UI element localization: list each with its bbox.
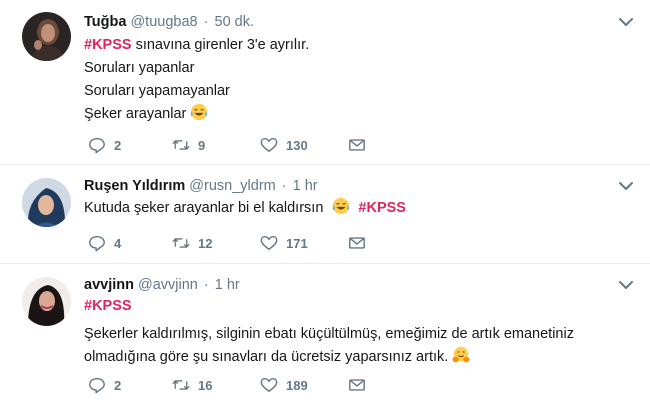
tweet-text: #KPSS Şekerler kaldırılmış, silginin eba… <box>84 295 630 369</box>
tweet-1[interactable]: Tuğba @tuugba8 · 50 dk. #KPSS sınavına g… <box>0 0 650 165</box>
tweet-3[interactable]: avvjinn @avvjinn · 1 hr #KPSS Şekerler k… <box>0 264 650 401</box>
display-name[interactable]: avvjinn <box>84 277 134 293</box>
laughing-crying-emoji-icon <box>191 103 208 121</box>
user-handle[interactable]: @rusn_yldrm <box>189 178 275 194</box>
reply-count: 2 <box>114 137 122 153</box>
like-button[interactable]: 171 <box>260 233 308 253</box>
tweet-header: Tuğba @tuugba8 · 50 dk. <box>84 12 254 32</box>
separator: · <box>203 277 209 293</box>
user-handle[interactable]: @tuugba8 <box>130 14 197 30</box>
heart-icon <box>260 137 278 153</box>
retweet-icon <box>172 380 190 390</box>
retweet-count: 12 <box>198 235 213 251</box>
timestamp[interactable]: 1 hr <box>215 277 240 293</box>
tweet-text: Kutuda şeker arayanlar bi el kaldırsın #… <box>84 197 630 220</box>
tweet-text-line: Soruları yapamayanlar <box>84 83 230 99</box>
avatar[interactable] <box>22 277 71 326</box>
tweet-text-line: olmadığına göre şu sınavları da ücretsiz… <box>84 349 449 365</box>
reply-icon <box>89 235 105 252</box>
display-name[interactable]: Tuğba <box>84 14 126 30</box>
tweet-text-line: Soruları yapanlar <box>84 60 195 76</box>
reply-count: 2 <box>114 377 122 393</box>
envelope-icon <box>349 379 365 391</box>
hashtag-link[interactable]: #KPSS <box>358 200 406 216</box>
hashtag-link[interactable]: #KPSS <box>84 37 132 53</box>
chevron-down-icon[interactable] <box>618 178 634 194</box>
tweet-text-line: Kutuda şeker arayanlar bi el kaldırsın <box>84 200 324 216</box>
like-button[interactable]: 189 <box>260 375 308 395</box>
envelope-icon <box>349 237 365 249</box>
reply-button[interactable]: 4 <box>88 233 121 253</box>
tweet-header: Ruşen Yıldırım @rusn_yldrm · 1 hr <box>84 176 318 196</box>
reply-icon <box>89 137 105 154</box>
heart-icon <box>260 377 278 393</box>
envelope-icon <box>349 139 365 151</box>
separator: · <box>203 14 209 30</box>
tweet-text: #KPSS sınavına girenler 3'e ayrılır. Sor… <box>84 34 630 126</box>
tweet-actions: 4 12 171 <box>84 233 384 253</box>
retweet-count: 16 <box>198 377 213 393</box>
reply-button[interactable]: 2 <box>88 375 121 395</box>
reply-icon <box>89 377 105 394</box>
like-button[interactable]: 130 <box>260 135 308 155</box>
tweet-actions: 2 9 130 <box>84 135 384 155</box>
tweet-header: avvjinn @avvjinn · 1 hr <box>84 275 240 295</box>
avatar-photo <box>22 178 71 227</box>
direct-message-button[interactable] <box>348 135 366 155</box>
timestamp[interactable]: 1 hr <box>293 178 318 194</box>
display-name[interactable]: Ruşen Yıldırım <box>84 178 185 194</box>
avatar[interactable] <box>22 178 71 227</box>
separator: · <box>281 178 287 194</box>
heart-icon <box>260 235 278 251</box>
like-count: 130 <box>286 137 308 153</box>
tweet-feed: Tuğba @tuugba8 · 50 dk. #KPSS sınavına g… <box>0 0 650 401</box>
like-count: 189 <box>286 377 308 393</box>
direct-message-button[interactable] <box>348 233 366 253</box>
tweet-text-line: Şeker arayanlar <box>84 106 187 122</box>
tweet-text-line: sınavına girenler 3'e ayrılır. <box>135 37 310 53</box>
retweet-icon <box>172 140 190 150</box>
avatar[interactable] <box>22 12 71 61</box>
retweet-icon <box>172 238 190 248</box>
retweet-button[interactable]: 16 <box>172 375 212 395</box>
avatar-photo <box>22 277 71 326</box>
reply-count: 4 <box>114 235 122 251</box>
timestamp[interactable]: 50 dk. <box>215 14 255 30</box>
hugging-emoji-icon <box>452 346 470 363</box>
laughing-crying-emoji-icon <box>333 197 350 215</box>
chevron-down-icon[interactable] <box>618 14 634 30</box>
tweet-text-line: Şekerler kaldırılmış, silginin ebatı küç… <box>84 326 574 342</box>
user-handle[interactable]: @avvjinn <box>138 277 198 293</box>
retweet-button[interactable]: 12 <box>172 233 212 253</box>
avatar-photo <box>22 12 71 61</box>
chevron-down-icon[interactable] <box>618 277 634 293</box>
hashtag-link[interactable]: #KPSS <box>84 298 132 314</box>
direct-message-button[interactable] <box>348 375 366 395</box>
like-count: 171 <box>286 235 308 251</box>
retweet-button[interactable]: 9 <box>172 135 205 155</box>
tweet-actions: 2 16 189 <box>84 375 384 395</box>
retweet-count: 9 <box>198 137 206 153</box>
reply-button[interactable]: 2 <box>88 135 121 155</box>
tweet-2[interactable]: Ruşen Yıldırım @rusn_yldrm · 1 hr Kutuda… <box>0 165 650 264</box>
